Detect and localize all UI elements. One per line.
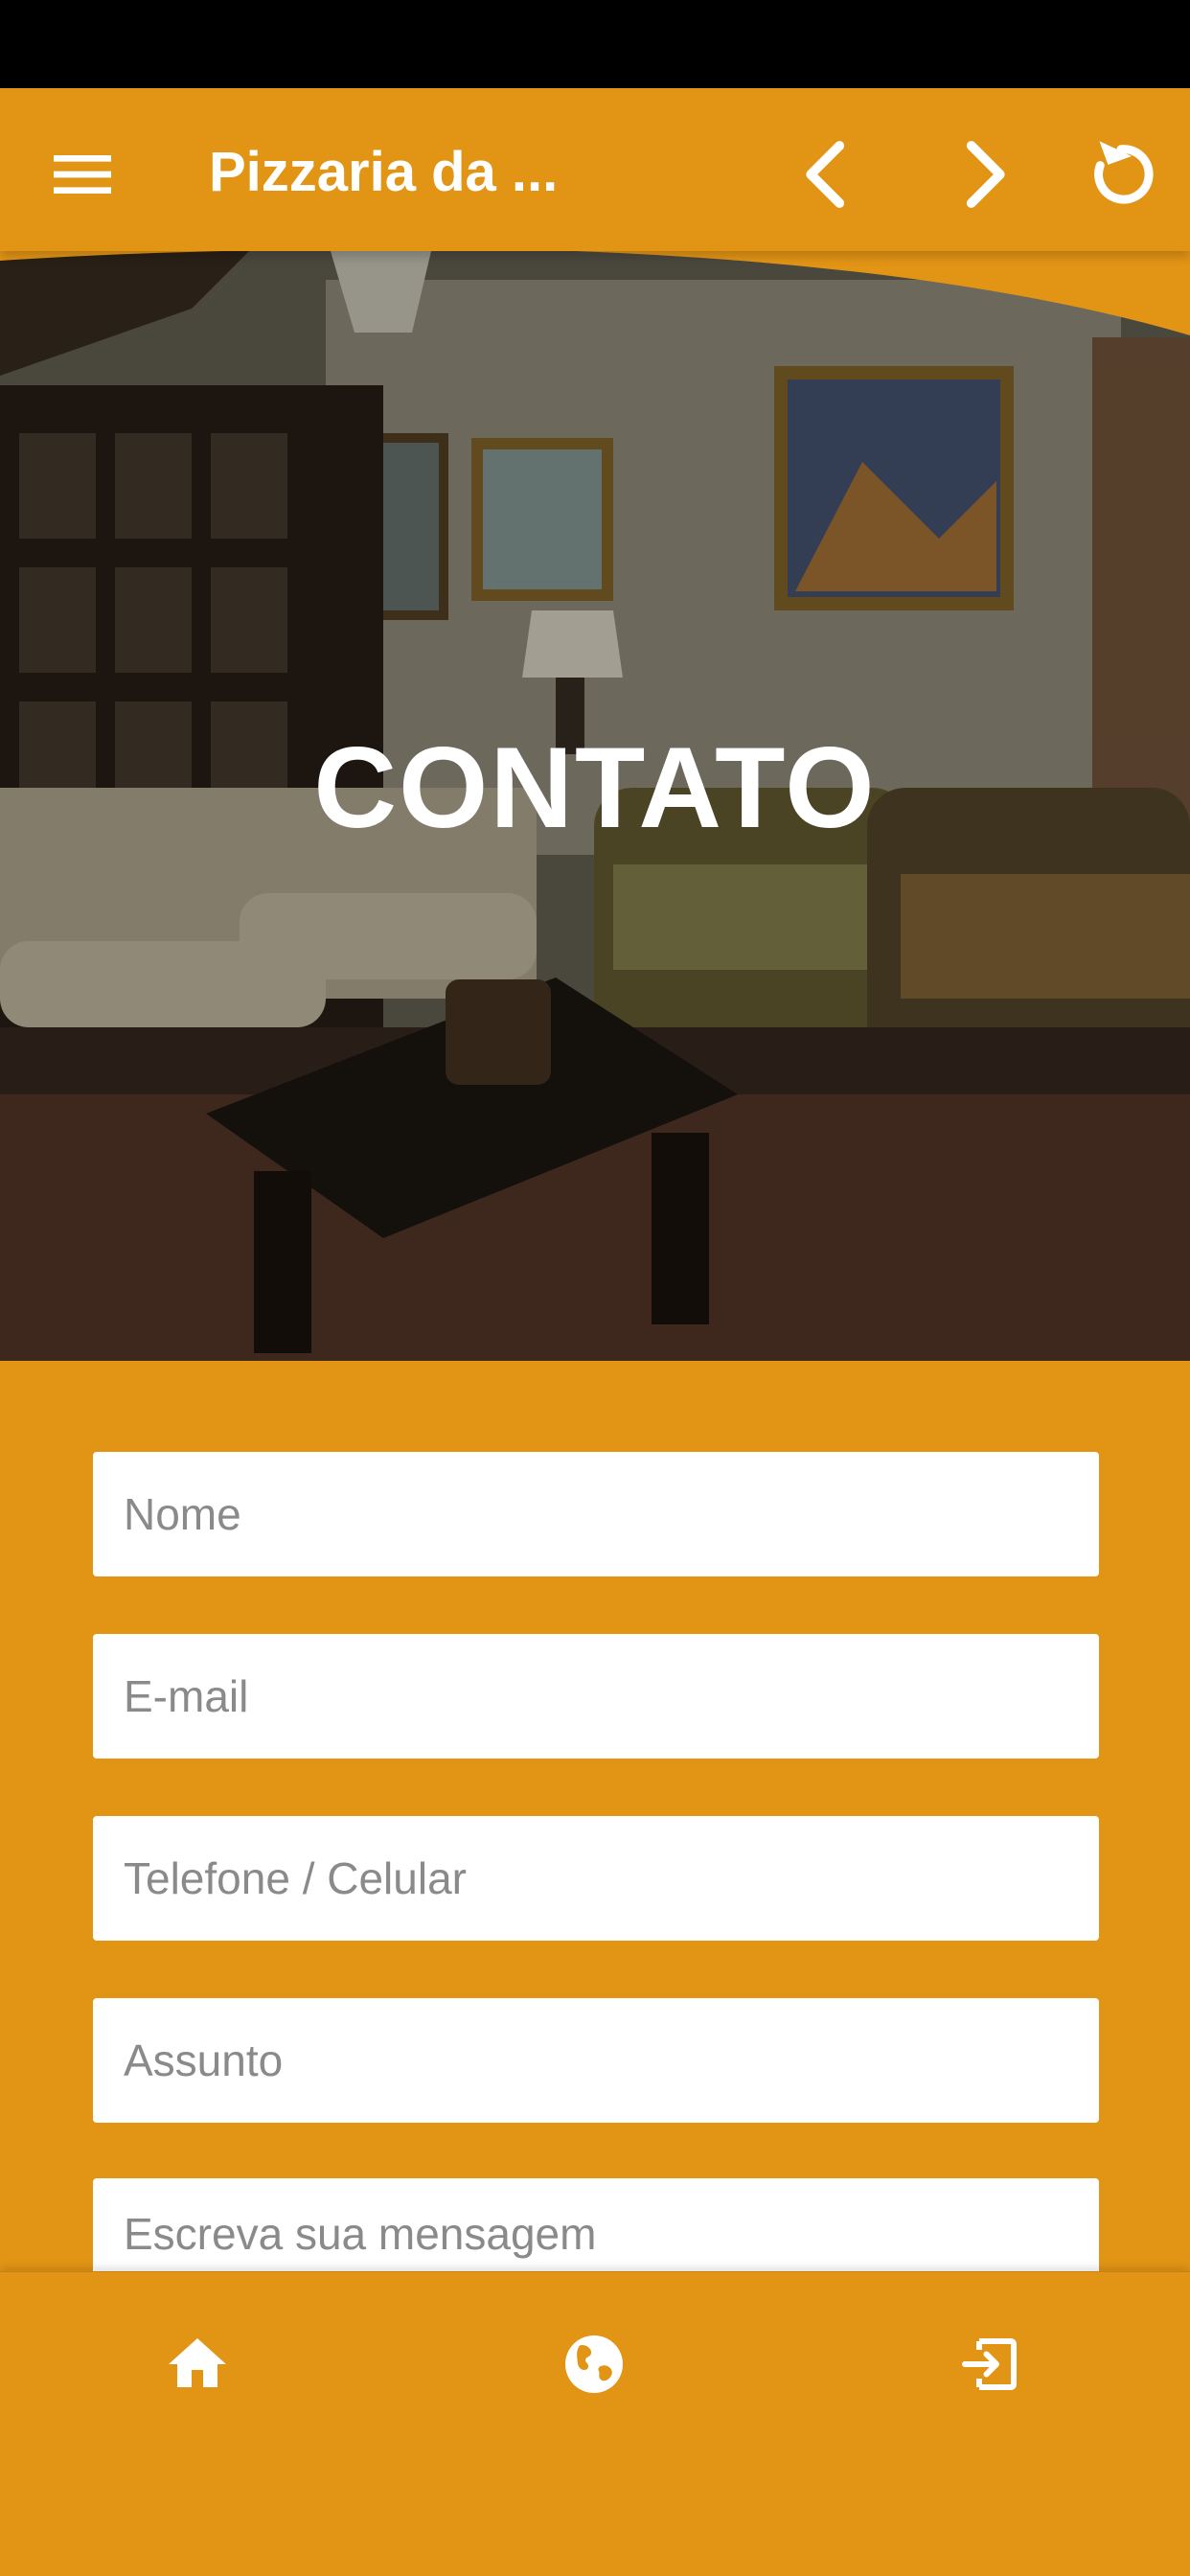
app-bar: Pizzaria da ... [0, 88, 1190, 251]
name-field[interactable] [93, 1452, 1099, 1576]
globe-icon[interactable] [560, 2330, 629, 2399]
bottom-nav [0, 2271, 1190, 2576]
exit-icon[interactable] [956, 2330, 1025, 2399]
chevron-right-icon[interactable] [939, 131, 1025, 218]
subject-field[interactable] [93, 1998, 1099, 2123]
home-icon[interactable] [163, 2330, 232, 2399]
email-field[interactable] [93, 1634, 1099, 1759]
reload-icon[interactable] [1078, 131, 1164, 218]
menu-icon[interactable] [44, 136, 121, 213]
status-bar [0, 0, 1190, 88]
hero-heading: CONTATO [313, 724, 877, 852]
page-title: Pizzaria da ... [209, 141, 559, 203]
hero-banner: CONTATO [0, 251, 1190, 1361]
chevron-left-icon[interactable] [786, 131, 872, 218]
phone-field[interactable] [93, 1816, 1099, 1941]
